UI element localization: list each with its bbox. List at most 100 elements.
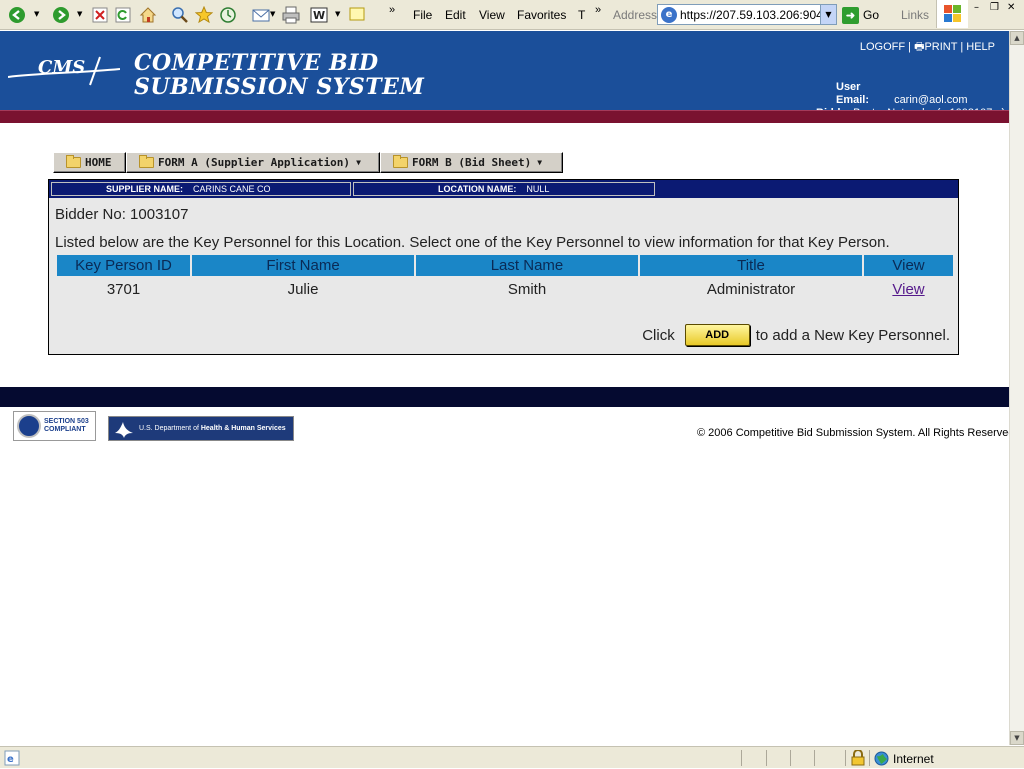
scroll-up-icon[interactable]: ▲: [1010, 31, 1024, 45]
hhs-eagle-icon: [115, 421, 133, 438]
restore-icon[interactable]: ❐: [990, 2, 999, 13]
tab-form-b[interactable]: FORM B (Bid Sheet) ▼: [380, 152, 563, 173]
status-separator: [766, 750, 767, 766]
link-separator: |: [960, 41, 964, 53]
main-panel: SUPPLIER NAME: CARINS CANE CO LOCATION N…: [48, 179, 959, 355]
close-icon[interactable]: ✕: [1007, 2, 1015, 13]
stop-icon[interactable]: [91, 6, 109, 24]
add-button[interactable]: ADD: [684, 324, 750, 346]
print-icon[interactable]: [282, 6, 300, 24]
bidder-number: Bidder No: 1003107: [55, 206, 189, 223]
supplier-name-label: SUPPLIER NAME:: [106, 184, 184, 194]
hhs-badge[interactable]: U.S. Department of Health & Human Servic…: [108, 416, 294, 441]
site-header: CMS COMPETITIVE BID SUBMISSION SYSTEM LO…: [0, 31, 1009, 119]
section-508-seal-icon: [17, 414, 41, 438]
site-title-line2: SUBMISSION SYSTEM: [134, 74, 425, 100]
page-status-icon: e: [4, 750, 20, 769]
add-suffix-text: to add a New Key Personnel.: [755, 326, 950, 344]
security-zone-label: Internet: [893, 752, 934, 766]
address-input[interactable]: https://207.59.103.206:9049: [680, 8, 820, 22]
ie-page-icon: e: [661, 6, 677, 23]
location-cell: LOCATION NAME: NULL: [353, 182, 655, 196]
home-icon[interactable]: [139, 6, 157, 24]
history-icon[interactable]: [219, 6, 237, 24]
lock-icon[interactable]: [851, 749, 865, 769]
tab-home-label: HOME: [85, 156, 112, 169]
status-separator: [814, 750, 815, 766]
hhs-text: U.S. Department of Health & Human Servic…: [139, 425, 286, 432]
tab-form-a-label: FORM A (Supplier Application): [158, 156, 351, 169]
folder-icon: [139, 155, 154, 168]
footer-bar: [0, 387, 1009, 407]
globe-icon: [874, 751, 889, 769]
tab-home[interactable]: HOME: [53, 152, 126, 173]
cell-key-person-id: 3701: [106, 280, 141, 298]
toolbar-overflow-icon[interactable]: »: [389, 4, 395, 16]
link-separator: |: [908, 41, 911, 53]
search-icon[interactable]: [171, 6, 189, 24]
menu-view[interactable]: View: [479, 8, 505, 22]
minimize-icon[interactable]: –: [974, 2, 979, 13]
status-separator: [845, 750, 846, 766]
cell-last-name: Smith: [507, 280, 547, 298]
go-arrow-icon: ➜: [842, 6, 859, 24]
instructions-text: Listed below are the Key Personnel for t…: [55, 234, 890, 251]
discuss-icon[interactable]: [348, 6, 366, 24]
print-link[interactable]: PRINT: [924, 41, 957, 53]
go-label: Go: [863, 8, 880, 22]
refresh-icon[interactable]: [114, 6, 132, 24]
forward-dropdown-icon[interactable]: ▼: [77, 10, 82, 18]
add-row: Click ADD to add a New Key Personnel.: [642, 324, 950, 346]
edit-dropdown-icon[interactable]: ▼: [335, 10, 340, 18]
key-personnel-table: Key Person ID First Name Last Name Title…: [55, 255, 955, 302]
cell-title: Administrator: [706, 280, 796, 298]
copyright-text: © 2006 Competitive Bid Submission System…: [697, 427, 1018, 439]
menu-favorites[interactable]: Favorites: [517, 8, 566, 22]
mail-dropdown-icon[interactable]: ▼: [270, 10, 275, 18]
menu-overflow-icon[interactable]: »: [595, 4, 601, 16]
header-divider: [0, 110, 1009, 123]
add-prefix-text: Click: [642, 326, 675, 344]
menu-edit[interactable]: Edit: [445, 8, 466, 22]
links-button[interactable]: Links: [901, 8, 929, 22]
folder-icon: [393, 155, 408, 168]
edit-icon[interactable]: W: [310, 6, 328, 24]
menu-tools[interactable]: T: [578, 8, 585, 22]
svg-text:W: W: [313, 9, 325, 22]
cell-view: View: [864, 276, 953, 302]
status-separator: [741, 750, 742, 766]
logoff-link[interactable]: LOGOFF: [860, 41, 905, 53]
section-508-badge[interactable]: SECTION 503 COMPLIANT: [13, 411, 96, 441]
forward-icon[interactable]: [52, 6, 70, 24]
view-link[interactable]: View: [892, 281, 924, 298]
address-bar[interactable]: e https://207.59.103.206:9049 ▼: [657, 4, 837, 25]
browser-toolbar: ▼ ▼ ▼ W ▼ » File Edit View Favorites T »…: [0, 0, 1024, 30]
status-separator: [790, 750, 791, 766]
mail-icon[interactable]: [252, 6, 270, 24]
scroll-down-icon[interactable]: ▼: [1010, 731, 1024, 745]
cell-first-name: Julie: [287, 280, 319, 298]
address-dropdown-icon[interactable]: ▼: [820, 5, 836, 24]
svg-text:e: e: [7, 754, 14, 765]
column-header-title: Title: [640, 255, 862, 276]
column-header-key-person-id: Key Person ID: [57, 255, 190, 276]
column-header-first-name: First Name: [192, 255, 414, 276]
address-label: Address: [613, 8, 658, 22]
tab-form-b-label: FORM B (Bid Sheet): [412, 156, 532, 169]
back-icon[interactable]: [8, 6, 26, 24]
location-name-label: LOCATION NAME:: [438, 184, 517, 194]
vertical-scrollbar[interactable]: ▲ ▼: [1009, 31, 1024, 745]
go-button[interactable]: ➜ Go: [842, 5, 879, 25]
windows-logo-icon: [936, 0, 968, 28]
chevron-down-icon: ▼: [356, 158, 361, 167]
location-name-value: NULL: [526, 184, 550, 194]
favorites-icon[interactable]: [195, 6, 213, 24]
help-link[interactable]: HELP: [966, 41, 995, 53]
menu-file[interactable]: File: [413, 8, 432, 22]
chevron-down-icon: ▼: [537, 158, 543, 167]
top-links: LOGOFF | 🖶PRINT | HELP: [860, 38, 995, 57]
tab-form-a[interactable]: FORM A (Supplier Application) ▼: [126, 152, 380, 173]
back-dropdown-icon[interactable]: ▼: [34, 10, 39, 18]
site-title: COMPETITIVE BID SUBMISSION SYSTEM: [134, 51, 424, 99]
status-bar: e Internet: [0, 746, 1024, 768]
